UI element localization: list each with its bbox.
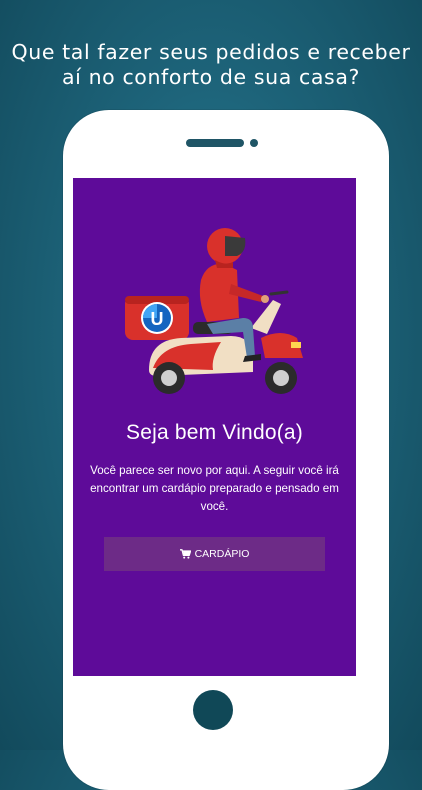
menu-button[interactable]: CARDÁPIO	[104, 537, 325, 571]
phone-speaker	[186, 139, 244, 147]
promo-headline: Que tal fazer seus pedidos e receber aí …	[0, 40, 422, 90]
welcome-message-line-2: encontrar um cardápio preparado e pensad…	[90, 482, 339, 513]
phone-camera	[250, 139, 258, 147]
promo-headline-line-2: aí no conforto de sua casa?	[62, 65, 360, 89]
promo-headline-line-1: Que tal fazer seus pedidos e receber	[11, 40, 411, 64]
welcome-message-line-1: Você parece ser novo por aqui. A seguir …	[90, 464, 339, 477]
delivery-box: U	[125, 296, 189, 340]
welcome-title: Seja bem Vindo(a)	[126, 421, 303, 444]
shopping-cart-icon	[179, 549, 191, 559]
menu-button-label: CARDÁPIO	[194, 548, 250, 560]
delivery-scooter-illustration: U	[125, 228, 303, 394]
welcome-message: Você parece ser novo por aqui. A seguir …	[85, 462, 344, 516]
app-screen: U Seja bem Vindo(a) Você parece ser novo…	[73, 178, 356, 676]
phone-home-button	[193, 690, 233, 730]
box-logo-letter: U	[151, 309, 164, 329]
